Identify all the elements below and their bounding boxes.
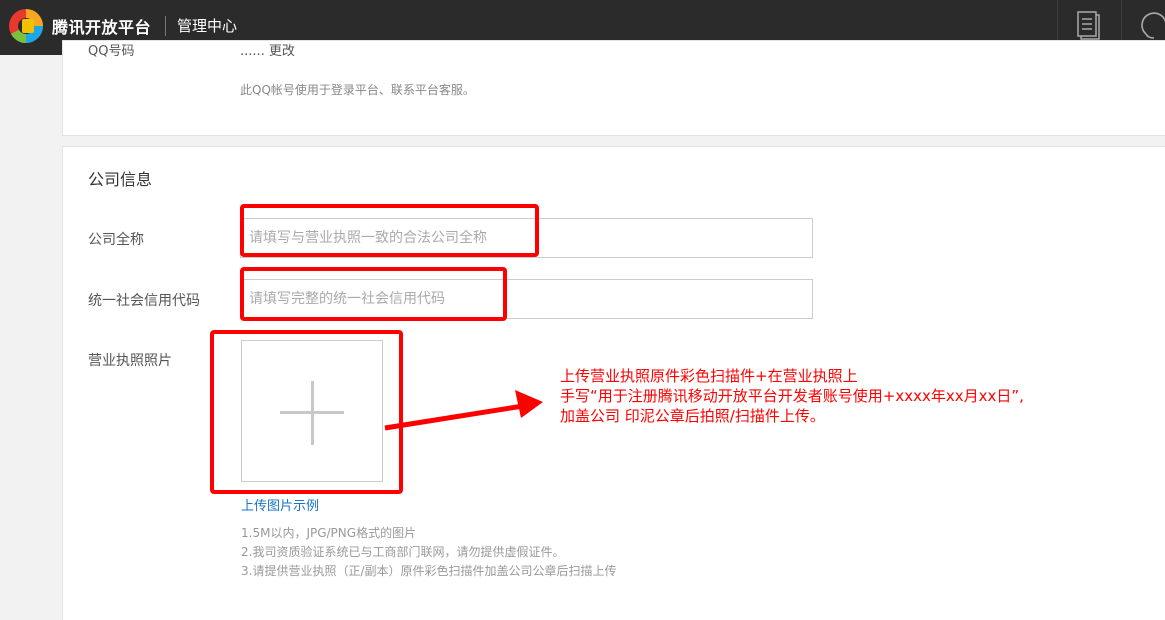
highlight-upload-box — [210, 330, 403, 494]
business-license-photo-label: 营业执照照片 — [88, 353, 172, 369]
brand-title[interactable]: 腾讯开放平台 — [52, 14, 151, 38]
upload-sample-link[interactable]: 上传图片示例 — [241, 495, 319, 514]
qq-number-label: QQ号码 — [88, 44, 135, 59]
tencent-logo-icon[interactable] — [6, 6, 46, 46]
annotation-arrow-icon — [384, 390, 543, 431]
upload-notes: 1.5M以内，JPG/PNG格式的图片 2.我司资质验证系统已与工商部门联网，请… — [241, 524, 617, 581]
qq-account-hint: 此QQ帐号使用于登录平台、联系平台客服。 — [240, 83, 475, 97]
upload-note: 1.5M以内，JPG/PNG格式的图片 — [241, 526, 417, 540]
upload-note: 2.我司资质验证系统已与工商部门联网，请勿提供虚假证件。 — [241, 545, 565, 559]
highlight-credit-code — [240, 267, 507, 321]
header-divider — [165, 16, 166, 36]
management-center-title[interactable]: 管理中心 — [177, 15, 237, 36]
account-card — [62, 40, 1165, 136]
annotation-text: 上传营业执照原件彩色扫描件+在营业执照上 手写“用于注册腾讯移动开放平台开发者账… — [560, 367, 1024, 425]
credit-code-label: 统一社会信用代码 — [88, 293, 200, 309]
qq-number-value[interactable]: ...... 更改 — [240, 40, 295, 59]
section-title: 公司信息 — [88, 170, 153, 189]
highlight-company-name — [240, 204, 539, 257]
company-full-name-label: 公司全称 — [88, 232, 144, 248]
upload-note: 3.请提供营业执照（正/副本）原件彩色扫描件加盖公司公章后扫描上传 — [241, 564, 617, 578]
